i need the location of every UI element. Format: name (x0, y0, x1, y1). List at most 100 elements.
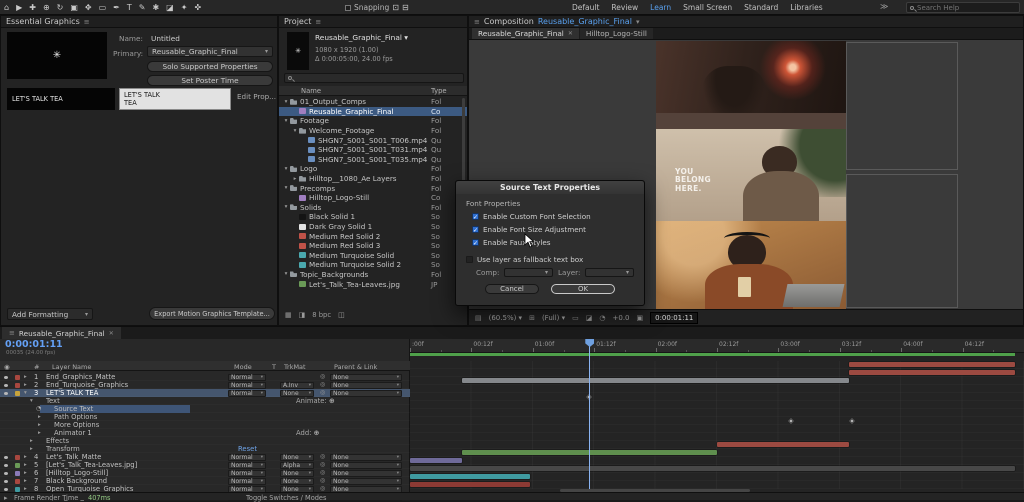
parent-dropdown[interactable]: None▾ (330, 390, 402, 397)
current-timecode[interactable]: 0:00:01:11 (5, 340, 63, 349)
timeline-comp-tab[interactable]: ≡ Reusable_Graphic_Final ✕ (2, 327, 121, 339)
timeline-lane[interactable] (410, 433, 1024, 441)
layer-duration-bar[interactable] (717, 442, 849, 447)
trkmat-dropdown[interactable]: None▾ (280, 470, 314, 477)
layer-row[interactable]: ▸4Let's_Talk_MatteNormal▾None▾◎None▾ (0, 453, 410, 461)
label-color-chip[interactable] (15, 375, 20, 380)
property-row-path-options[interactable]: ▸Path Options (0, 413, 410, 421)
parent-dropdown[interactable]: None▾ (330, 478, 402, 485)
project-column-headers[interactable]: Name Type (279, 86, 467, 96)
eye-icon[interactable] (4, 376, 8, 379)
layer-row[interactable]: ▸6[Hilltop_Logo-Still]Normal▾None▾◎None▾ (0, 469, 410, 477)
viewer-tab-reusable_graphic_final[interactable]: Reusable_Graphic_Final✕ (472, 28, 579, 39)
pickwhip-icon[interactable]: ◎ (320, 453, 325, 461)
trkmat-dropdown[interactable]: None▾ (280, 478, 314, 485)
project-item-row[interactable]: SHGN7_S001_S001_T031.mp4Qu (279, 145, 467, 155)
checkbox[interactable]: ✓ (472, 213, 479, 220)
home-icon[interactable]: ⌂ (4, 3, 9, 12)
zoom-tool-icon[interactable]: ⊕ (43, 3, 50, 12)
project-item-row[interactable]: Black Solid 1So (279, 212, 467, 222)
type-tool-icon[interactable]: T (127, 3, 132, 12)
disclosure-arrow[interactable]: ▸ (30, 445, 33, 453)
project-item-row[interactable]: Medium Turquoise SolidSo (279, 251, 467, 261)
puppet-pin-tool-icon[interactable]: ✜ (194, 3, 201, 12)
timeline-lane[interactable] (410, 393, 1024, 401)
brush-tool-icon[interactable]: ✎ (139, 3, 146, 12)
trkmat-dropdown[interactable]: None▾ (280, 454, 314, 461)
timeline-lane[interactable] (410, 369, 1024, 377)
disclosure-arrow[interactable]: ▸ (24, 381, 27, 389)
eg-primary-dropdown[interactable]: Reusable_Graphic_Final▾ (147, 46, 273, 57)
project-item-row[interactable]: Medium Red Solid 3So (279, 241, 467, 251)
more-workspaces-icon[interactable]: ≫ (880, 2, 888, 11)
disclosure-arrow[interactable]: ▾ (291, 128, 299, 134)
label-color-chip[interactable] (15, 479, 20, 484)
disclosure-arrow[interactable]: ▾ (282, 99, 290, 105)
project-search-field[interactable] (284, 73, 464, 83)
project-item-row[interactable]: Medium Red Solid 2So (279, 231, 467, 241)
disclosure-arrow[interactable]: ▸ (24, 461, 27, 469)
selection-tool-icon[interactable]: ▶ (16, 3, 22, 12)
pickwhip-icon[interactable]: ◎ (320, 461, 325, 469)
always-preview-icon[interactable]: ▤ (475, 314, 482, 322)
timeline-ruler[interactable]: :00f00:12f01:00f01:12f02:00f02:12f03:00f… (410, 339, 1024, 353)
layer-row[interactable]: ▸2End_Turquoise_GraphicsNormal▾A.Inv▾◎No… (0, 381, 410, 389)
disclosure-arrow[interactable]: ▾ (282, 166, 290, 172)
parent-dropdown[interactable]: None▾ (330, 374, 402, 381)
disclosure-arrow[interactable]: ▸ (38, 413, 41, 421)
disclosure-arrow[interactable]: ▸ (24, 373, 27, 381)
disclosure-arrow[interactable]: ▾ (282, 204, 290, 210)
timeline-lane[interactable] (410, 481, 1024, 489)
project-item-row[interactable]: Hilltop_Logo-StillCo (279, 193, 467, 203)
eye-icon[interactable] (4, 488, 8, 491)
timeline-lane[interactable] (410, 465, 1024, 473)
layer-dropdown[interactable]: ▾ (585, 268, 634, 277)
reset-link[interactable]: Reset (238, 445, 257, 453)
layer-row[interactable]: ▾3LET'S TALK TEANormal▾None▾◎None▾ (0, 389, 410, 397)
playhead[interactable] (589, 339, 590, 489)
viewer-tab-hilltop_logo-still[interactable]: Hilltop_Logo-Still (580, 28, 653, 39)
parent-dropdown[interactable]: None▾ (330, 454, 402, 461)
mode-dropdown[interactable]: Normal▾ (228, 478, 266, 485)
layer-row[interactable]: ▸1End_Graphics_MatteNormal▾◎None▾ (0, 373, 410, 381)
label-color-chip[interactable] (15, 487, 20, 492)
clone-stamp-tool-icon[interactable]: ✱ (152, 3, 159, 12)
pickwhip-icon[interactable]: ◎ (320, 469, 325, 477)
keyframe-diamond[interactable] (849, 418, 855, 424)
workspace-tab-libraries[interactable]: Libraries (790, 3, 822, 12)
region-of-interest-icon[interactable]: ▭ (572, 314, 579, 322)
project-item-row[interactable]: ▾01_Output_CompsFol (279, 97, 467, 107)
interpret-footage-icon[interactable]: ▦ (285, 311, 292, 319)
timeline-lane[interactable] (410, 361, 1024, 369)
camera-tool-icon[interactable]: ▣ (70, 3, 78, 12)
layer-row[interactable]: ▸5[Let's_Talk_Tea-Leaves.jpg]Normal▾Alph… (0, 461, 410, 469)
snapshot-camera-icon[interactable]: ▣ (637, 314, 644, 322)
disclosure-arrow[interactable]: ▾ (282, 271, 290, 277)
project-item-row[interactable]: ▾PrecompsFol (279, 183, 467, 193)
shape-tool-icon[interactable]: ▭ (99, 3, 107, 12)
column-type[interactable]: Type (431, 87, 447, 95)
eg-source-property[interactable]: LET'S TALK TEA (7, 88, 115, 110)
stopwatch-icon[interactable]: ◔ (36, 405, 41, 413)
label-color-chip[interactable] (15, 391, 20, 396)
workspace-tab-learn[interactable]: Learn (650, 3, 671, 12)
pen-tool-icon[interactable]: ✒ (113, 3, 120, 12)
project-item-row[interactable]: ▸Hilltop__1080_Ae LayersFol (279, 174, 467, 184)
dialog-checkbox-row[interactable]: ✓Enable Custom Font Selection (472, 212, 634, 221)
project-selected-item-name[interactable]: Reusable_Graphic_Final ▾ (315, 33, 408, 42)
disclosure-arrow[interactable]: ▾ (30, 397, 33, 405)
layer-duration-bar[interactable] (849, 370, 1015, 375)
workspace-tab-standard[interactable]: Standard (744, 3, 778, 12)
disclosure-arrow[interactable]: ▸ (38, 421, 41, 429)
edit-properties-link[interactable]: Edit Prop... (237, 92, 276, 101)
property-row-effects[interactable]: ▸Effects (0, 437, 410, 445)
property-row-more-options[interactable]: ▸More Options (0, 421, 410, 429)
ruler-icon[interactable]: ⊞ (529, 314, 535, 322)
project-item-row[interactable]: SHGN7_S001_S001_T035.mp4Qu (279, 155, 467, 165)
layer-duration-bar[interactable] (410, 458, 462, 463)
column-name[interactable]: Name (301, 87, 321, 95)
property-row-source-text[interactable]: ◔Source Text (0, 405, 410, 413)
project-item-row[interactable]: ▾SolidsFol (279, 203, 467, 213)
exposure-value[interactable]: +0.0 (613, 314, 630, 322)
snap-features-icon[interactable]: ⊡ (392, 3, 399, 12)
